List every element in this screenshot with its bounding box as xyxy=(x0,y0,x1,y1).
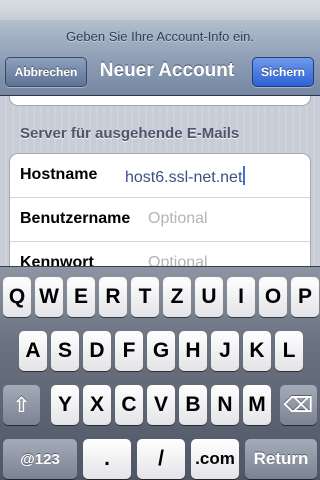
hostname-field[interactable]: host6.ssl-net.net xyxy=(125,166,246,187)
hostname-label: Hostname xyxy=(20,166,98,183)
status-bar xyxy=(0,0,320,20)
cancel-button[interactable]: Abbrechen xyxy=(5,57,87,87)
key-o[interactable]: O xyxy=(259,277,287,317)
key-s[interactable]: S xyxy=(51,331,79,371)
dot-key[interactable]: . xyxy=(83,439,131,479)
backspace-icon: ⌫ xyxy=(283,393,314,417)
return-key[interactable]: Return xyxy=(245,439,317,479)
key-a[interactable]: A xyxy=(19,331,47,371)
key-c[interactable]: C xyxy=(115,385,143,425)
outgoing-server-group: Hostname host6.ssl-net.net Benutzername … xyxy=(9,153,311,266)
key-n[interactable]: N xyxy=(211,385,239,425)
text-cursor xyxy=(243,166,246,185)
slash-key[interactable]: / xyxy=(137,439,185,479)
shift-arrow-icon: ⇧ xyxy=(12,393,31,417)
hostname-value: host6.ssl-net.net xyxy=(125,169,243,186)
shift-key[interactable]: ⇧ xyxy=(3,385,40,425)
password-row[interactable]: Kennwort Optional xyxy=(10,242,310,266)
key-i[interactable]: I xyxy=(227,277,255,317)
key-r[interactable]: R xyxy=(99,277,127,317)
key-p[interactable]: P xyxy=(291,277,319,317)
key-u[interactable]: U xyxy=(195,277,223,317)
dotcom-key[interactable]: .com xyxy=(191,439,239,479)
account-info-prompt: Geben Sie Ihre Account-Info ein. xyxy=(66,29,254,44)
key-h[interactable]: H xyxy=(179,331,207,371)
key-e[interactable]: E xyxy=(67,277,95,317)
key-j[interactable]: J xyxy=(211,331,239,371)
page-title: Neuer Account xyxy=(99,60,235,81)
hostname-row[interactable]: Hostname host6.ssl-net.net xyxy=(10,154,310,198)
save-button[interactable]: Sichern xyxy=(252,57,314,87)
previous-settings-group xyxy=(9,96,311,106)
numbers-key[interactable]: @123 xyxy=(3,439,77,479)
navigation-bar: Geben Sie Ihre Account-Info ein. Abbrech… xyxy=(0,20,320,96)
key-f[interactable]: F xyxy=(115,331,143,371)
key-l[interactable]: L xyxy=(275,331,303,371)
key-k[interactable]: K xyxy=(243,331,271,371)
key-x[interactable]: X xyxy=(83,385,111,425)
key-g[interactable]: G xyxy=(147,331,175,371)
keyboard: ⇧ ⌫ @123 . / .com Return QWERTZUIOP ASDFG… xyxy=(0,266,320,480)
username-row[interactable]: Benutzername Optional xyxy=(10,198,310,242)
key-d[interactable]: D xyxy=(83,331,111,371)
backspace-key[interactable]: ⌫ xyxy=(280,385,317,425)
settings-content: Server für ausgehende E-Mails Hostname h… xyxy=(0,96,320,266)
outgoing-server-section-title: Server für ausgehende E-Mails xyxy=(20,125,240,142)
key-q[interactable]: Q xyxy=(3,277,31,317)
key-v[interactable]: V xyxy=(147,385,175,425)
password-label: Kennwort xyxy=(20,254,94,266)
key-w[interactable]: W xyxy=(35,277,63,317)
username-field[interactable]: Optional xyxy=(148,210,208,228)
key-z[interactable]: Z xyxy=(163,277,191,317)
password-field[interactable]: Optional xyxy=(148,254,208,266)
key-m[interactable]: M xyxy=(243,385,271,425)
key-y[interactable]: Y xyxy=(51,385,79,425)
username-label: Benutzername xyxy=(20,210,131,227)
key-t[interactable]: T xyxy=(131,277,159,317)
key-b[interactable]: B xyxy=(179,385,207,425)
